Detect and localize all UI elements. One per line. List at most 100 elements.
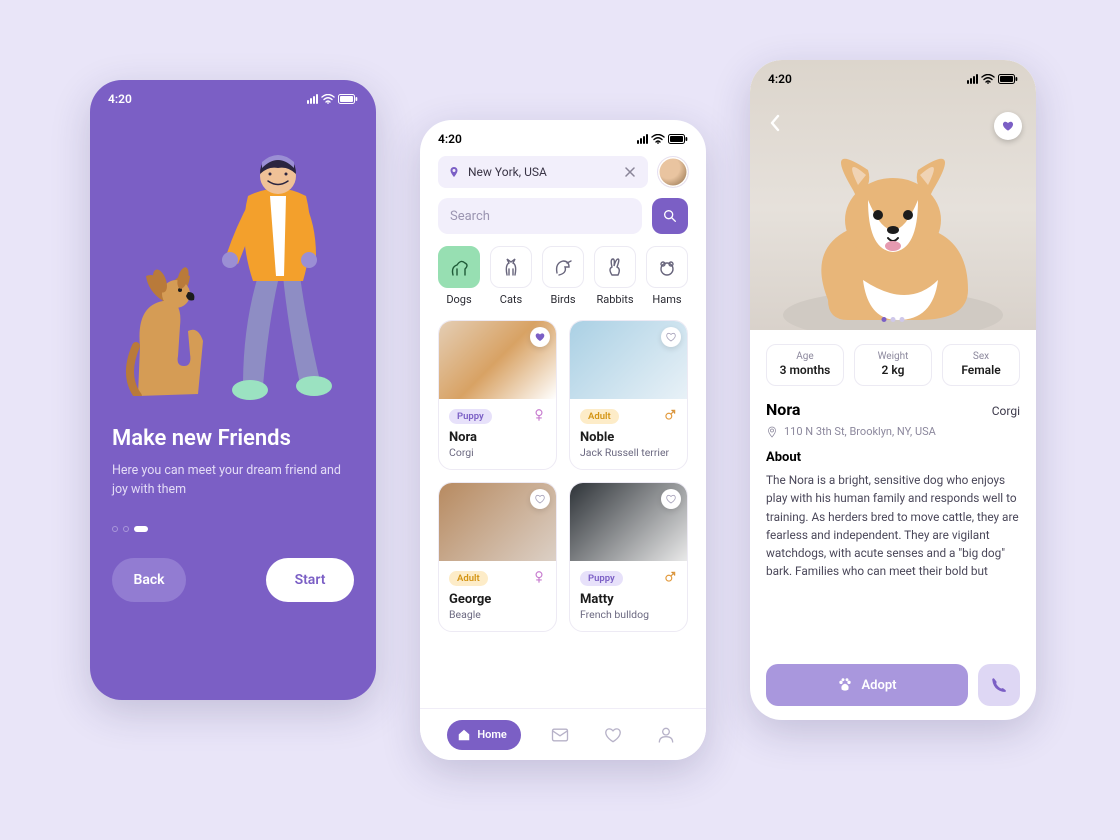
favorite-button[interactable] bbox=[994, 112, 1022, 140]
pet-card[interactable]: AdultNobleJack Russell terrier bbox=[569, 320, 688, 470]
dogs-icon bbox=[438, 246, 480, 288]
profile-avatar[interactable] bbox=[658, 157, 688, 187]
pet-meta: Adult bbox=[439, 561, 556, 588]
pin-icon bbox=[766, 426, 778, 438]
stat-value: 2 kg bbox=[859, 363, 927, 377]
clear-location-icon[interactable] bbox=[622, 164, 638, 180]
sex-icon bbox=[663, 569, 677, 588]
pet-name: Noble bbox=[580, 430, 677, 445]
tab-profile[interactable] bbox=[653, 722, 679, 748]
pet-meta: Puppy bbox=[439, 399, 556, 426]
category-label: Hams bbox=[652, 293, 681, 306]
mail-icon bbox=[550, 725, 570, 745]
search-button[interactable] bbox=[652, 198, 688, 234]
pet-name: Matty bbox=[580, 592, 677, 607]
wifi-icon bbox=[981, 74, 995, 84]
image-pager bbox=[882, 317, 905, 322]
heart-icon bbox=[603, 725, 623, 745]
category-hams[interactable]: Hams bbox=[646, 246, 688, 306]
signal-icon bbox=[307, 94, 318, 104]
about-heading: About bbox=[766, 450, 1020, 465]
back-button[interactable]: Back bbox=[112, 558, 186, 602]
heart-icon bbox=[665, 331, 677, 343]
pet-breed: French bulldog bbox=[580, 608, 677, 621]
stat-label: Weight bbox=[859, 351, 927, 362]
tab-favorites[interactable] bbox=[600, 722, 626, 748]
tab-messages[interactable] bbox=[547, 722, 573, 748]
search-input[interactable] bbox=[438, 198, 642, 234]
onboarding-illustration bbox=[90, 106, 376, 406]
pet-card[interactable]: PuppyNoraCorgi bbox=[438, 320, 557, 470]
search-icon bbox=[662, 208, 678, 224]
pet-thumbnail bbox=[439, 483, 556, 561]
phone-icon bbox=[990, 676, 1008, 694]
sex-icon bbox=[663, 407, 677, 426]
pet-thumbnail bbox=[570, 321, 687, 399]
paw-icon bbox=[837, 677, 853, 693]
wifi-icon bbox=[651, 134, 665, 144]
age-tag: Puppy bbox=[580, 571, 623, 586]
stat-label: Age bbox=[771, 351, 839, 362]
status-icons bbox=[307, 94, 358, 104]
battery-icon bbox=[338, 94, 358, 104]
about-text: The Nora is a bright, sensitive dog who … bbox=[750, 471, 1036, 641]
heart-icon bbox=[534, 331, 546, 343]
pet-name: Nora bbox=[766, 400, 800, 419]
location-text: New York, USA bbox=[468, 165, 547, 179]
pin-icon bbox=[448, 166, 460, 178]
category-label: Dogs bbox=[446, 293, 471, 306]
call-button[interactable] bbox=[978, 664, 1020, 706]
pet-card[interactable]: Puppy MattyFrench bulldog bbox=[569, 482, 688, 632]
category-dogs[interactable]: Dogs bbox=[438, 246, 480, 306]
pet-breed: Corgi bbox=[449, 446, 546, 459]
signal-icon bbox=[637, 134, 648, 144]
category-label: Birds bbox=[550, 293, 575, 306]
pet-thumbnail bbox=[439, 321, 556, 399]
status-bar: 4:20 bbox=[420, 120, 706, 146]
stat-value: Female bbox=[947, 363, 1015, 377]
stat-sex: SexFemale bbox=[942, 344, 1020, 386]
stat-age: Age3 months bbox=[766, 344, 844, 386]
stat-label: Sex bbox=[947, 351, 1015, 362]
age-tag: Puppy bbox=[449, 409, 492, 424]
heart-icon bbox=[665, 493, 677, 505]
back-button[interactable] bbox=[764, 112, 786, 134]
pet-breed: Corgi bbox=[992, 404, 1020, 418]
age-tag: Adult bbox=[580, 409, 619, 424]
favorite-toggle[interactable] bbox=[530, 489, 550, 509]
location-chip[interactable]: New York, USA bbox=[438, 156, 648, 188]
pet-name: George bbox=[449, 592, 546, 607]
category-birds[interactable]: Birds bbox=[542, 246, 584, 306]
adopt-label: Adopt bbox=[861, 678, 896, 693]
stat-value: 3 months bbox=[771, 363, 839, 377]
onboarding-screen: 4:20 bbox=[90, 80, 376, 700]
pet-meta: Puppy bbox=[570, 561, 687, 588]
favorite-toggle[interactable] bbox=[530, 327, 550, 347]
favorite-toggle[interactable] bbox=[661, 489, 681, 509]
corgi-illustration bbox=[768, 130, 1018, 330]
adopt-button[interactable]: Adopt bbox=[766, 664, 968, 706]
man-figure bbox=[188, 126, 348, 406]
sex-icon bbox=[532, 407, 546, 426]
pet-thumbnail bbox=[570, 483, 687, 561]
rabbits-icon bbox=[594, 246, 636, 288]
pet-card[interactable]: AdultGeorgeBeagle bbox=[438, 482, 557, 632]
pet-address: 110 N 3th St, Brooklyn, NY, USA bbox=[750, 421, 1036, 448]
wifi-icon bbox=[321, 94, 335, 104]
battery-icon bbox=[998, 74, 1018, 84]
cats-icon bbox=[490, 246, 532, 288]
heart-icon bbox=[534, 493, 546, 505]
status-icons bbox=[637, 134, 688, 144]
category-rabbits[interactable]: Rabbits bbox=[594, 246, 636, 306]
favorite-toggle[interactable] bbox=[661, 327, 681, 347]
onboarding-title: Make new Friends bbox=[112, 426, 354, 451]
category-cats[interactable]: Cats bbox=[490, 246, 532, 306]
tab-bar: Home bbox=[420, 708, 706, 760]
status-time: 4:20 bbox=[768, 72, 792, 86]
age-tag: Adult bbox=[449, 571, 488, 586]
page-indicator bbox=[112, 526, 354, 532]
tab-home[interactable]: Home bbox=[447, 720, 521, 750]
start-button[interactable]: Start bbox=[266, 558, 354, 602]
status-bar: 4:20 bbox=[750, 60, 1036, 86]
battery-icon bbox=[668, 134, 688, 144]
